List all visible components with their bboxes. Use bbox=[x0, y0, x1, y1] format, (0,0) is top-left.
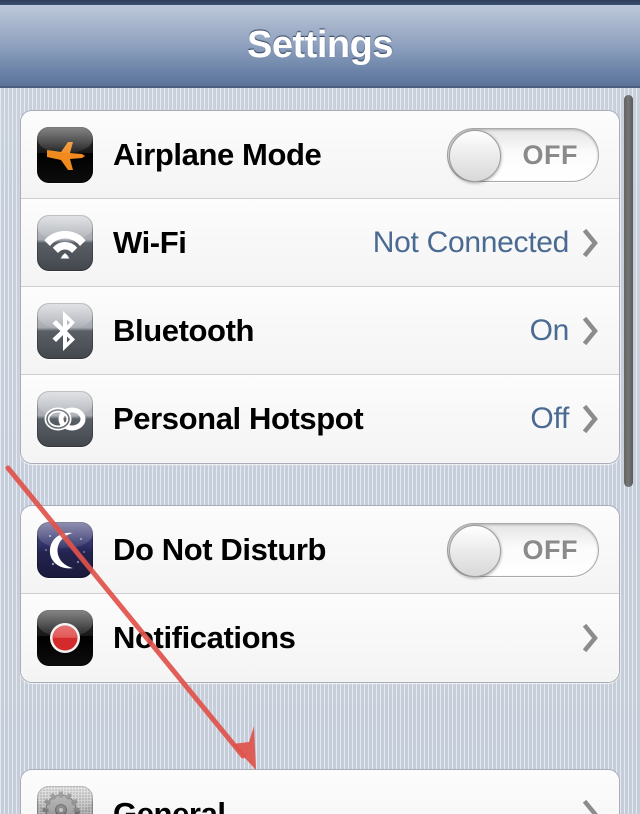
settings-row-value: Not Connected bbox=[372, 225, 570, 259]
toggle-knob[interactable] bbox=[449, 129, 501, 182]
chevron-right-icon bbox=[583, 800, 598, 814]
bluetooth-icon bbox=[37, 302, 93, 359]
settings-row-label: Airplane Mode bbox=[113, 136, 322, 172]
settings-row-label: Wi-Fi bbox=[113, 224, 187, 260]
settings-group-connectivity: Airplane Mode OFF Wi-Fi Not Connected Bl… bbox=[20, 110, 620, 464]
toggle-state-label: OFF bbox=[522, 140, 578, 170]
notifications-icon bbox=[37, 610, 93, 666]
settings-row-label: General bbox=[113, 796, 226, 814]
settings-row-label: Bluetooth bbox=[113, 312, 255, 348]
settings-row-notifications[interactable]: Notifications bbox=[21, 594, 619, 682]
chevron-right-icon bbox=[583, 624, 598, 652]
settings-row-general[interactable]: General bbox=[21, 770, 619, 814]
chevron-right-icon bbox=[583, 228, 598, 257]
settings-row-personal-hotspot[interactable]: Personal Hotspot Off bbox=[21, 375, 619, 463]
settings-row-label: Do Not Disturb bbox=[113, 531, 327, 567]
toggle-knob[interactable] bbox=[449, 524, 501, 577]
settings-screen: Settings Airplane Mode OFF Wi-Fi Not Con… bbox=[0, 0, 640, 814]
hotspot-icon bbox=[37, 391, 93, 447]
settings-group-alerts: Do Not Disturb OFF Notifications bbox=[20, 505, 620, 683]
navigation-bar: Settings bbox=[0, 5, 640, 88]
page-title: Settings bbox=[247, 24, 393, 66]
settings-row-bluetooth[interactable]: Bluetooth On bbox=[21, 287, 619, 375]
settings-row-airplane-mode[interactable]: Airplane Mode OFF bbox=[21, 111, 619, 199]
toggle-state-label: OFF bbox=[522, 535, 578, 565]
settings-row-value: On bbox=[529, 313, 570, 347]
settings-row-label: Personal Hotspot bbox=[113, 401, 364, 436]
settings-row-wifi[interactable]: Wi-Fi Not Connected bbox=[21, 199, 619, 287]
settings-row-do-not-disturb[interactable]: Do Not Disturb OFF bbox=[21, 506, 619, 594]
chevron-right-icon bbox=[583, 316, 598, 345]
do-not-disturb-toggle[interactable]: OFF bbox=[447, 522, 599, 577]
settings-list[interactable]: Airplane Mode OFF Wi-Fi Not Connected Bl… bbox=[0, 90, 640, 814]
gear-icon bbox=[37, 786, 93, 814]
chevron-right-icon bbox=[583, 405, 598, 433]
moon-icon bbox=[37, 521, 93, 578]
wifi-icon bbox=[37, 214, 93, 271]
settings-group-system: General bbox=[20, 769, 620, 814]
settings-row-label: Notifications bbox=[113, 620, 296, 655]
airplane-icon bbox=[37, 126, 93, 183]
settings-row-value: Off bbox=[530, 402, 569, 435]
vertical-scrollbar[interactable] bbox=[624, 95, 633, 487]
airplane-mode-toggle[interactable]: OFF bbox=[447, 127, 599, 182]
